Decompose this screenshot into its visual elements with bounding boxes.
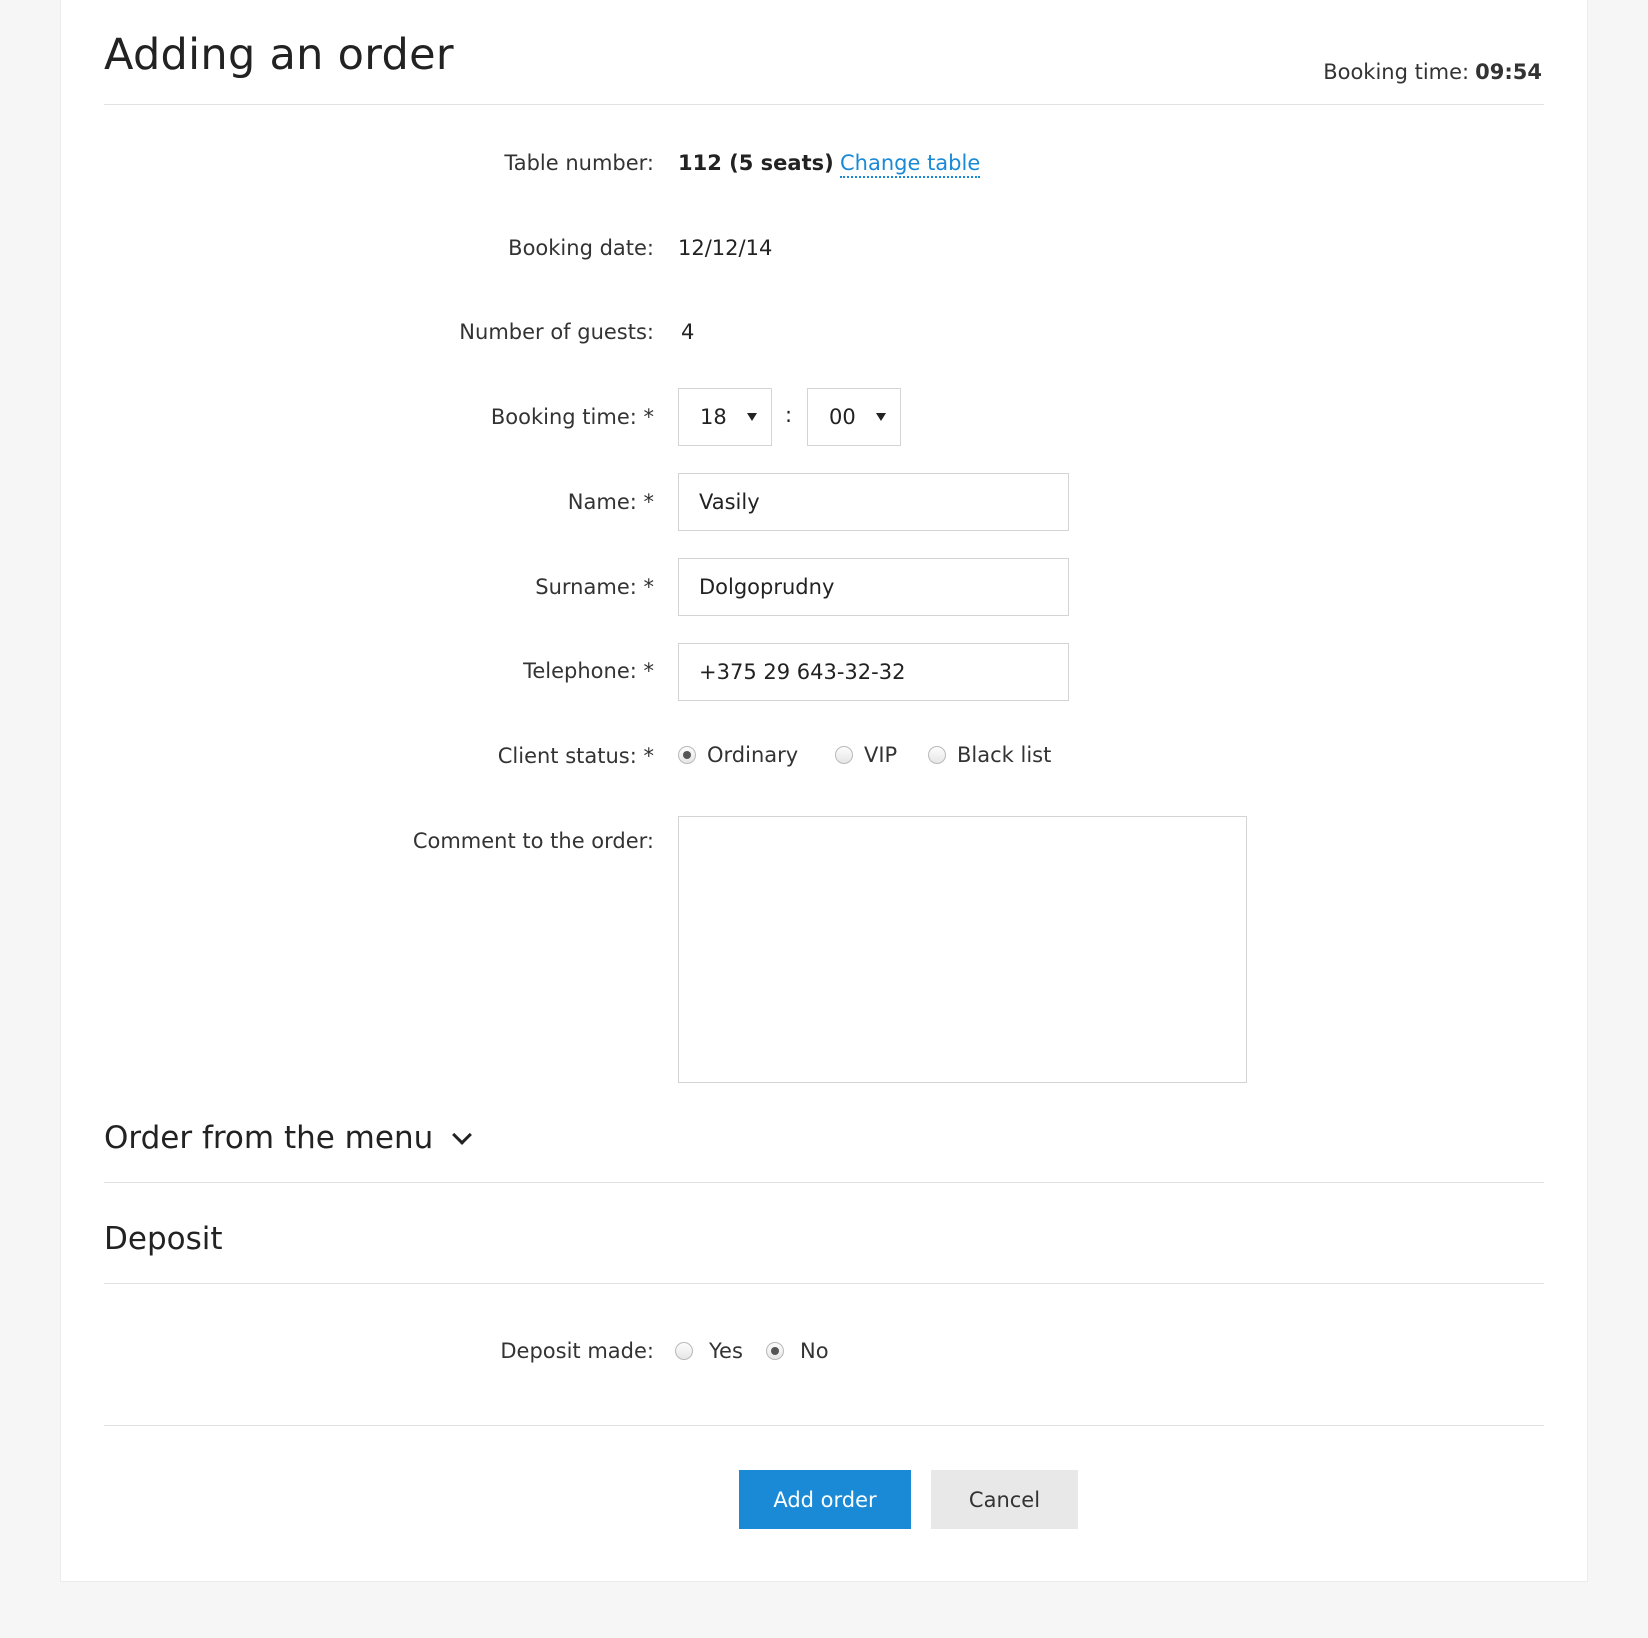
guests-label: Number of guests: xyxy=(459,320,654,344)
table-number-label: Table number: xyxy=(504,151,654,175)
comment-textarea[interactable] xyxy=(678,816,1247,1083)
cancel-button[interactable]: Cancel xyxy=(931,1470,1078,1529)
name-label: Name: * xyxy=(567,490,654,514)
change-table-link[interactable]: Change table xyxy=(840,150,981,178)
booking-date-label: Booking date: xyxy=(508,236,654,260)
chevron-down-icon xyxy=(876,413,886,421)
status-vip-radio[interactable]: VIP xyxy=(835,743,897,767)
minute-select[interactable]: 00 xyxy=(807,388,901,446)
name-input[interactable] xyxy=(678,473,1069,531)
comment-label: Comment to the order: xyxy=(412,829,654,853)
deposit-yes-label: Yes xyxy=(709,1339,743,1363)
radio-checked-icon xyxy=(678,746,696,764)
radio-unchecked-icon xyxy=(928,746,946,764)
order-menu-title: Order from the menu xyxy=(104,1120,434,1156)
guests-value: 4 xyxy=(681,320,695,344)
booking-date-value: 12/12/14 xyxy=(678,236,773,260)
telephone-input[interactable] xyxy=(678,643,1069,701)
chevron-down-icon xyxy=(452,1125,473,1145)
current-booking-time: Booking time: 09:54 xyxy=(1323,60,1542,84)
radio-unchecked-icon xyxy=(675,1342,693,1360)
surname-input[interactable] xyxy=(678,558,1069,616)
menu-divider xyxy=(104,1182,1544,1183)
deposit-divider xyxy=(104,1283,1544,1284)
deposit-yes-radio[interactable]: Yes xyxy=(675,1339,743,1363)
status-vip-label: VIP xyxy=(864,743,898,767)
minute-value: 00 xyxy=(829,405,856,429)
surname-label: Surname: * xyxy=(535,575,654,599)
deposit-no-radio[interactable]: No xyxy=(766,1339,829,1363)
status-ordinary-radio[interactable]: Ordinary xyxy=(678,743,798,767)
radio-checked-icon xyxy=(766,1342,784,1360)
hour-select[interactable]: 18 xyxy=(678,388,772,446)
deposit-no-label: No xyxy=(800,1339,829,1363)
header-divider xyxy=(104,104,1544,105)
order-menu-section-toggle[interactable]: Order from the menu xyxy=(104,1120,473,1156)
booking-time-value: 09:54 xyxy=(1475,60,1542,84)
client-status-label: Client status: * xyxy=(497,744,654,768)
booking-time-label: Booking time: xyxy=(1323,60,1470,84)
page-title: Adding an order xyxy=(104,30,454,80)
booking-time-field-label: Booking time: * xyxy=(490,405,654,429)
status-blacklist-radio[interactable]: Black list xyxy=(928,743,1051,767)
deposit-title: Deposit xyxy=(104,1221,223,1257)
radio-unchecked-icon xyxy=(835,746,853,764)
add-order-button[interactable]: Add order xyxy=(739,1470,911,1529)
deposit-made-label: Deposit made: xyxy=(500,1339,654,1363)
actions-divider xyxy=(104,1425,1544,1426)
status-blacklist-label: Black list xyxy=(957,743,1052,767)
table-number-value: 112 (5 seats) xyxy=(678,151,834,175)
hour-value: 18 xyxy=(700,405,727,429)
chevron-down-icon xyxy=(747,413,757,421)
status-ordinary-label: Ordinary xyxy=(707,743,799,767)
telephone-label: Telephone: * xyxy=(523,659,654,683)
time-separator: : xyxy=(785,403,793,427)
